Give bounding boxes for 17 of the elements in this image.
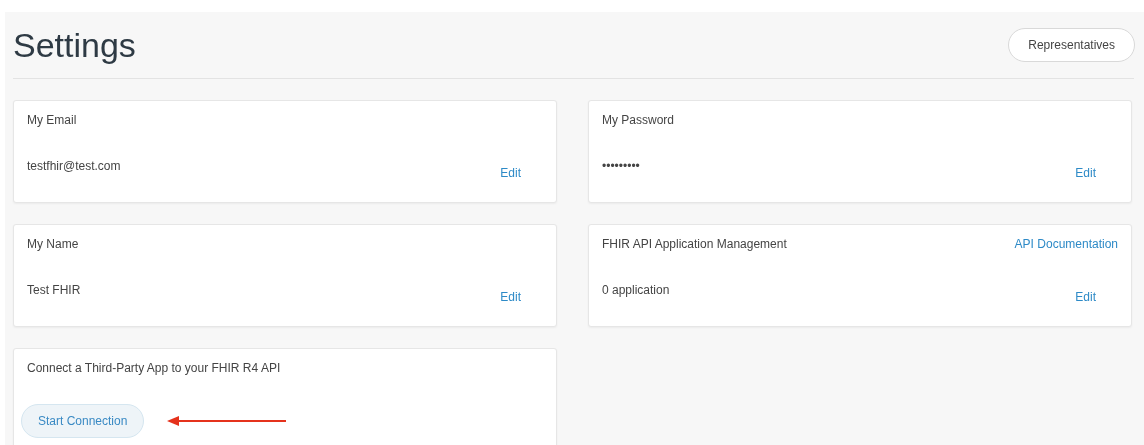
documentation-link[interactable]: API Documentation	[1014, 237, 1118, 251]
card-title: My Name	[27, 237, 79, 251]
representatives-button[interactable]: Representatives	[1008, 28, 1135, 62]
field-value: Test FHIR	[27, 283, 81, 297]
page-title: Settings	[13, 25, 136, 65]
field-value: testfhir@test.com	[27, 159, 121, 173]
edit-link[interactable]: Edit	[500, 290, 521, 304]
edit-link[interactable]: Edit	[500, 166, 521, 180]
card-title: Connect a Third-Party App to your FHIR R4 API	[27, 361, 281, 375]
card-title: My Password	[602, 113, 675, 127]
edit-link[interactable]: Edit	[1075, 166, 1096, 180]
start-connection-button[interactable]: Start Connection	[21, 404, 145, 438]
card-title: My Email	[27, 113, 77, 127]
card-title: FHIR API Application Management	[602, 237, 787, 251]
edit-link[interactable]: Edit	[1075, 290, 1096, 304]
field-value: •••••••••	[602, 159, 640, 173]
field-value: 0 application	[602, 283, 670, 297]
